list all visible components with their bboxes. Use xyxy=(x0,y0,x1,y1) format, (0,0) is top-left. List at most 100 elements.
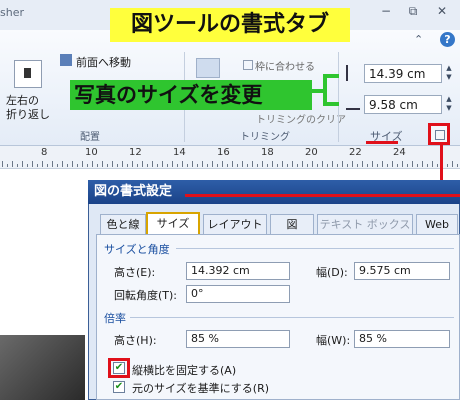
ruler-number: 18 xyxy=(261,147,274,158)
ruler-tick xyxy=(422,161,423,167)
tab-layout[interactable]: レイアウト xyxy=(203,214,267,234)
ruler-tick xyxy=(17,164,18,167)
ruler-number: 12 xyxy=(129,147,142,158)
height-input[interactable]: 14.392 cm xyxy=(186,262,290,280)
ruler-tick xyxy=(437,164,438,167)
ruler-tick xyxy=(202,161,203,167)
minimize-button[interactable]: − xyxy=(378,3,394,19)
ruler xyxy=(0,146,460,169)
ruler-tick xyxy=(322,161,323,167)
ruler-tick xyxy=(222,161,223,167)
size-underline xyxy=(366,141,398,144)
ribbon-collapse-icon[interactable]: ⌃ xyxy=(414,33,428,47)
ruler-tick xyxy=(417,164,418,167)
group-label-trim: トリミング xyxy=(240,132,290,143)
ruler-tick xyxy=(7,164,8,167)
relative-original-checkbox[interactable]: ✔ xyxy=(113,381,125,393)
ruler-tick xyxy=(177,164,178,167)
ruler-tick xyxy=(192,161,193,167)
scale-width-label: 幅(W): xyxy=(316,334,351,347)
relative-original-label: 元のサイズを基準にする(R) xyxy=(132,382,270,395)
ruler-tick xyxy=(47,164,48,167)
height-spinner[interactable]: 14.39 cm xyxy=(364,64,442,83)
ruler-tick xyxy=(77,164,78,167)
rotation-label: 回転角度(T): xyxy=(114,289,178,302)
ruler-tick xyxy=(212,161,213,167)
ruler-tick xyxy=(297,164,298,167)
fit-frame-button[interactable]: 枠に合わせる xyxy=(255,58,315,73)
ruler-tick xyxy=(62,161,63,167)
ruler-tick xyxy=(92,161,93,167)
ruler-tick xyxy=(412,161,413,167)
tab-size[interactable]: サイズ xyxy=(146,212,200,235)
ruler-tick xyxy=(97,164,98,167)
callout-brace xyxy=(323,102,339,106)
ruler-tick xyxy=(397,164,398,167)
restore-button[interactable]: ⧉ xyxy=(405,3,421,19)
ruler-tick xyxy=(237,164,238,167)
ruler-tick xyxy=(37,164,38,167)
bring-front-button[interactable]: 前面へ移動 xyxy=(76,54,131,70)
ruler-tick xyxy=(337,164,338,167)
rotation-input[interactable]: 0° xyxy=(186,285,290,303)
ruler-tick xyxy=(2,161,3,167)
lock-aspect-label: 縦横比を固定する(A) xyxy=(132,364,237,377)
ruler-tick xyxy=(447,164,448,167)
ruler-tick xyxy=(27,164,28,167)
ruler-tick xyxy=(52,161,53,167)
ruler-tick xyxy=(347,164,348,167)
resize-callout: 写真のサイズを変更 xyxy=(70,80,312,110)
ruler-tick xyxy=(302,161,303,167)
ruler-tick xyxy=(87,164,88,167)
ruler-tick xyxy=(107,164,108,167)
size-dialog-launcher-button[interactable] xyxy=(428,123,450,145)
section-divider xyxy=(130,317,454,318)
ruler-tick xyxy=(317,164,318,167)
section-divider xyxy=(176,248,454,249)
ruler-tick xyxy=(357,164,358,167)
wrap-text-button[interactable]: 左右の 折り返し xyxy=(6,94,56,122)
lock-aspect-checkbox[interactable]: ✔ xyxy=(113,362,125,374)
ruler-tick xyxy=(197,164,198,167)
ruler-tick xyxy=(262,161,263,167)
photo-image[interactable] xyxy=(0,335,85,400)
width-spinner[interactable]: 9.58 cm xyxy=(364,95,442,114)
ruler-tick xyxy=(407,164,408,167)
ruler-tick xyxy=(112,161,113,167)
ruler-tick xyxy=(257,164,258,167)
ruler-tick xyxy=(187,164,188,167)
ruler-tick xyxy=(227,164,228,167)
section-scale: 倍率 xyxy=(104,312,126,325)
ruler-number: 20 xyxy=(305,147,318,158)
height-spin-arrows-icon[interactable]: ▲ ▼ xyxy=(444,64,454,83)
tab-colors-lines[interactable]: 色と線 xyxy=(100,214,146,234)
width-input[interactable]: 9.575 cm xyxy=(354,262,450,280)
ruler-number: 16 xyxy=(217,147,230,158)
tab-picture[interactable]: 図 xyxy=(270,214,314,234)
dialog-title: 図の書式設定 xyxy=(88,180,460,204)
tab-textbox[interactable]: テキスト ボックス xyxy=(317,214,413,234)
ruler-tick xyxy=(67,164,68,167)
ruler-tick xyxy=(457,164,458,167)
ruler-tick xyxy=(382,161,383,167)
app-title: sher xyxy=(0,6,24,19)
group-divider xyxy=(338,52,339,142)
ruler-tick xyxy=(287,164,288,167)
help-icon[interactable]: ? xyxy=(440,32,455,47)
width-spin-arrows-icon[interactable]: ▲ ▼ xyxy=(444,95,454,114)
ruler-tick xyxy=(342,161,343,167)
ruler-number: 22 xyxy=(349,147,362,158)
ruler-tick xyxy=(367,164,368,167)
group-label-arrange: 配置 xyxy=(80,132,100,143)
callout-brace xyxy=(311,89,325,93)
ruler-tick xyxy=(267,164,268,167)
ruler-tick xyxy=(172,161,173,167)
scale-height-input[interactable]: 85 % xyxy=(186,330,290,348)
trim-clear-button[interactable]: トリミングのクリア xyxy=(256,111,346,126)
ruler-tick xyxy=(137,164,138,167)
tab-web[interactable]: Web xyxy=(416,214,458,234)
headline-banner: 図ツールの書式タブ xyxy=(110,8,350,42)
close-button[interactable]: ✕ xyxy=(434,3,450,19)
ruler-tick xyxy=(102,161,103,167)
scale-width-input[interactable]: 85 % xyxy=(354,330,450,348)
